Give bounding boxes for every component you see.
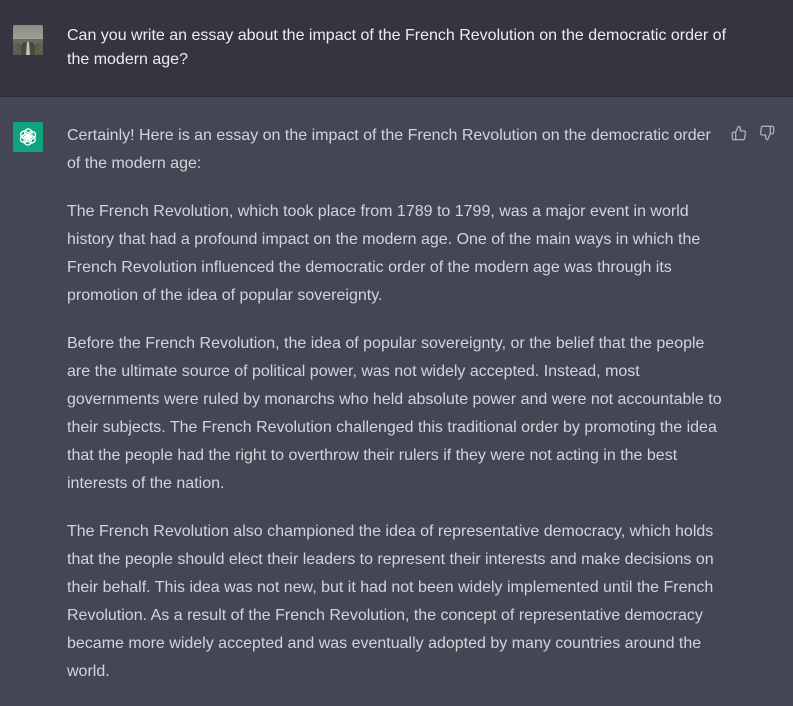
thumbs-down-button[interactable]: [758, 124, 776, 142]
assistant-avatar: [13, 122, 43, 152]
openai-logo-icon: [19, 128, 37, 146]
user-message-row: Can you write an essay about the impact …: [0, 0, 793, 97]
thumbs-down-icon: [759, 125, 775, 141]
assistant-paragraph: The French Revolution, which took place …: [67, 203, 701, 304]
assistant-message-text: Certainly! Here is an essay on the impac…: [67, 122, 722, 706]
assistant-message-row: Certainly! Here is an essay on the impac…: [0, 97, 793, 699]
user-avatar: [13, 25, 43, 55]
assistant-paragraph: Before the French Revolution, the idea o…: [67, 335, 722, 492]
feedback-buttons: [730, 124, 776, 142]
user-message-text: Can you write an essay about the impact …: [67, 27, 727, 68]
thumbs-up-icon: [731, 125, 747, 141]
assistant-paragraph: The French Revolution also championed th…: [67, 523, 714, 680]
thumbs-up-button[interactable]: [730, 124, 748, 142]
assistant-paragraph: Certainly! Here is an essay on the impac…: [67, 127, 711, 172]
